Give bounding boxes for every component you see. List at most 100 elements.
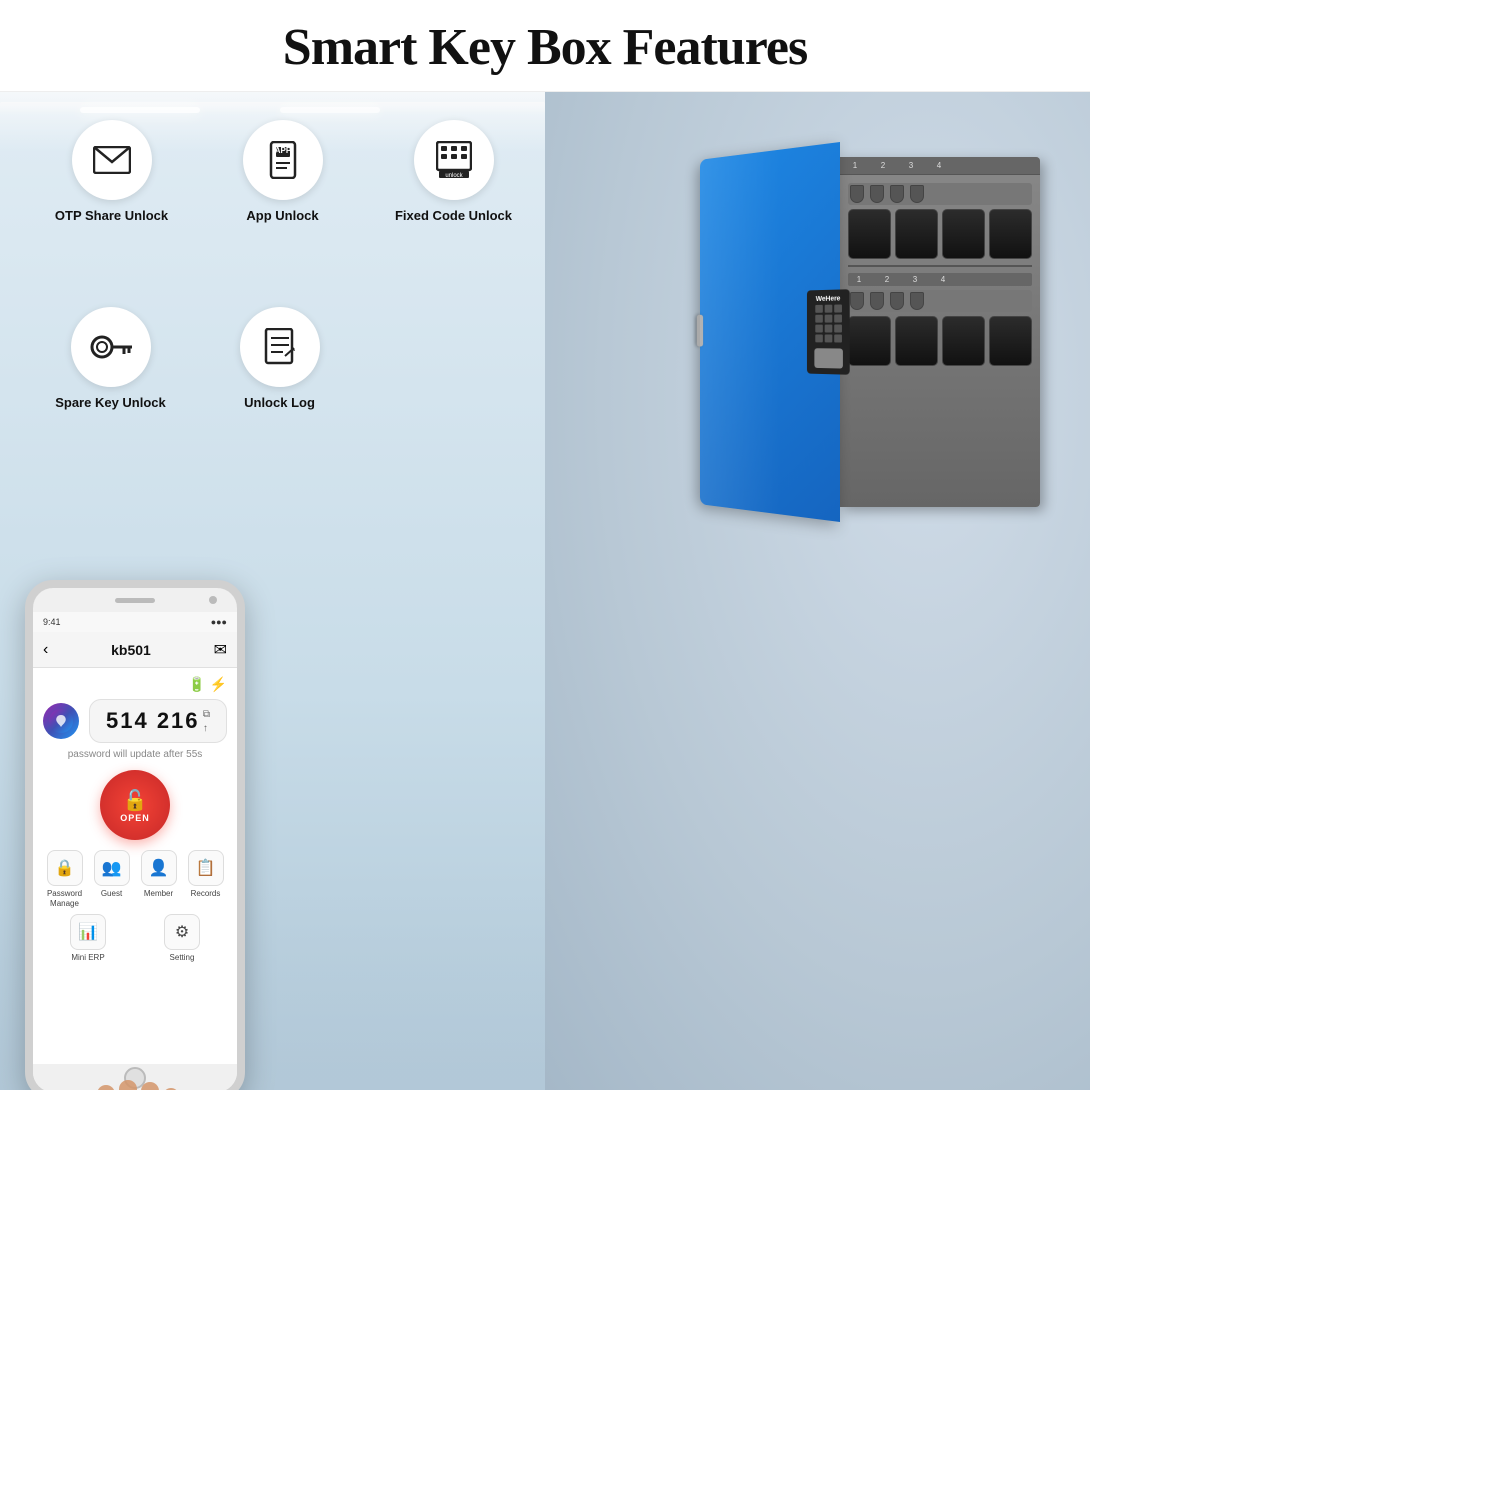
copy-share-icons: ⧉ ↑ — [203, 709, 210, 734]
hook-5 — [850, 292, 864, 310]
feature-unlock-log: Unlock Log — [199, 307, 360, 412]
feature-otp-share: OTP Share Unlock — [30, 120, 193, 225]
app-unlock-circle: APP — [243, 120, 323, 200]
setting-icon: ⚙ — [164, 914, 200, 950]
hand-svg-area: 9:41 ●●● ‹ kb501 ✉ — [25, 580, 255, 1090]
key-fob-6 — [895, 316, 938, 366]
menu-item-guest[interactable]: 👥 Guest — [90, 850, 133, 908]
lock-key-0 — [824, 334, 832, 342]
menu-item-member[interactable]: 👤 Member — [137, 850, 180, 908]
key-number-labels: 1 2 3 4 — [840, 157, 1040, 175]
label-8: 4 — [936, 275, 950, 284]
otp-code-container: 514 216 ⧉ ↑ — [89, 699, 227, 743]
avatar-icon — [49, 709, 73, 733]
key-fob-2 — [895, 209, 938, 259]
door-lock: WeHere — [807, 289, 850, 375]
main-container: Smart Key Box Features — [0, 0, 1090, 1090]
copy-icon[interactable]: ⧉ — [203, 709, 210, 720]
password-manage-label: PasswordManage — [47, 889, 82, 908]
features-bottom-row: Spare Key Unlock — [30, 307, 360, 412]
user-avatar — [43, 703, 79, 739]
lock-key-5 — [824, 315, 832, 323]
phone-device: 9:41 ●●● ‹ kb501 ✉ — [25, 580, 245, 1090]
label-1: 1 — [848, 161, 862, 170]
key-fobs-row-1 — [848, 209, 1032, 259]
key-box-assembly: WeHere — [680, 142, 1060, 522]
nav-back[interactable]: ‹ — [43, 641, 48, 659]
key-fob-4 — [989, 209, 1032, 259]
setting-label: Setting — [170, 953, 195, 963]
hook-1 — [850, 185, 864, 203]
lock-key-3 — [834, 304, 842, 312]
lock-open-icon: 🔓 — [123, 788, 148, 813]
menu-item-setting[interactable]: ⚙ Setting — [137, 914, 227, 963]
lock-key-hash — [834, 334, 842, 342]
hook-4 — [910, 185, 924, 203]
app-icon: APP — [268, 141, 298, 179]
lock-brand-label: WeHere — [816, 295, 841, 302]
battery-bt-row: 🔋 ⚡ — [188, 676, 227, 693]
spare-key-label: Spare Key Unlock — [55, 395, 166, 412]
menu-item-password[interactable]: 🔒 PasswordManage — [43, 850, 86, 908]
lock-key-4 — [815, 315, 823, 323]
member-icon: 👤 — [141, 850, 177, 886]
label-7: 3 — [908, 275, 922, 284]
app-unlock-label: App Unlock — [246, 208, 318, 225]
lock-keypad — [815, 304, 842, 342]
keypad-icon: unlock — [436, 141, 472, 179]
password-manage-icon: 🔒 — [47, 850, 83, 886]
phone-screen: 9:41 ●●● ‹ kb501 ✉ — [33, 612, 237, 1090]
right-panel: WeHere — [545, 92, 1090, 1090]
phone-bottom-bar — [33, 1064, 237, 1090]
home-button[interactable] — [124, 1067, 146, 1089]
hook-7 — [890, 292, 904, 310]
spare-key-circle — [71, 307, 151, 387]
key-box-door: WeHere — [700, 142, 840, 522]
nav-mail-icon: ✉ — [214, 640, 227, 660]
menu-item-mini-erp[interactable]: 📊 Mini ERP — [43, 914, 133, 963]
open-button[interactable]: 🔓 OPEN — [100, 770, 170, 840]
bluetooth-indicator: ⚡ — [210, 676, 227, 693]
lock-key-1 — [815, 305, 823, 313]
key-icon — [89, 329, 133, 365]
battery-indicator: 🔋 — [188, 676, 205, 693]
feature-app-unlock: APP App Unlock — [201, 120, 364, 225]
hook-8 — [910, 292, 924, 310]
phone-speaker — [115, 598, 155, 603]
avatar-otp-row: 514 216 ⧉ ↑ — [43, 699, 227, 743]
menu-item-records[interactable]: 📋 Records — [184, 850, 227, 908]
status-signal: ●●● — [211, 617, 227, 627]
door-latch — [697, 315, 703, 347]
page-title: Smart Key Box Features — [0, 18, 1090, 77]
log-icon — [263, 328, 297, 366]
lock-key-star — [815, 334, 823, 342]
envelope-icon — [93, 146, 131, 174]
member-label: Member — [144, 889, 173, 899]
key-fob-1 — [848, 209, 891, 259]
feature-fixed-code: unlock Fixed Code Unlock — [372, 120, 535, 225]
hook-2 — [870, 185, 884, 203]
fixed-code-circle: unlock — [414, 120, 494, 200]
unlock-log-circle — [240, 307, 320, 387]
key-number-labels-2: 1 2 3 4 — [848, 273, 1032, 286]
lock-key-6 — [834, 314, 842, 322]
lock-key-9 — [834, 324, 842, 332]
hook-3 — [890, 185, 904, 203]
update-countdown: password will update after 55s — [68, 749, 203, 760]
header: Smart Key Box Features — [0, 0, 1090, 92]
phone-mockup-area: 9:41 ●●● ‹ kb501 ✉ — [25, 580, 255, 1090]
otp-code-display: 514 216 — [106, 708, 200, 734]
key-fob-5 — [848, 316, 891, 366]
key-hooks-row-1 — [848, 183, 1032, 205]
feature-spare-key: Spare Key Unlock — [30, 307, 191, 412]
phone-status-bar: 9:41 ●●● — [33, 612, 237, 632]
mini-erp-label: Mini ERP — [71, 953, 104, 963]
records-label: Records — [191, 889, 221, 899]
guest-label: Guest — [101, 889, 122, 899]
lock-panel: WeHere — [807, 289, 850, 375]
key-fob-3 — [942, 209, 985, 259]
mini-erp-icon: 📊 — [70, 914, 106, 950]
otp-share-circle — [72, 120, 152, 200]
key-rows: 1 2 3 4 — [840, 175, 1040, 374]
share-icon[interactable]: ↑ — [203, 723, 210, 734]
